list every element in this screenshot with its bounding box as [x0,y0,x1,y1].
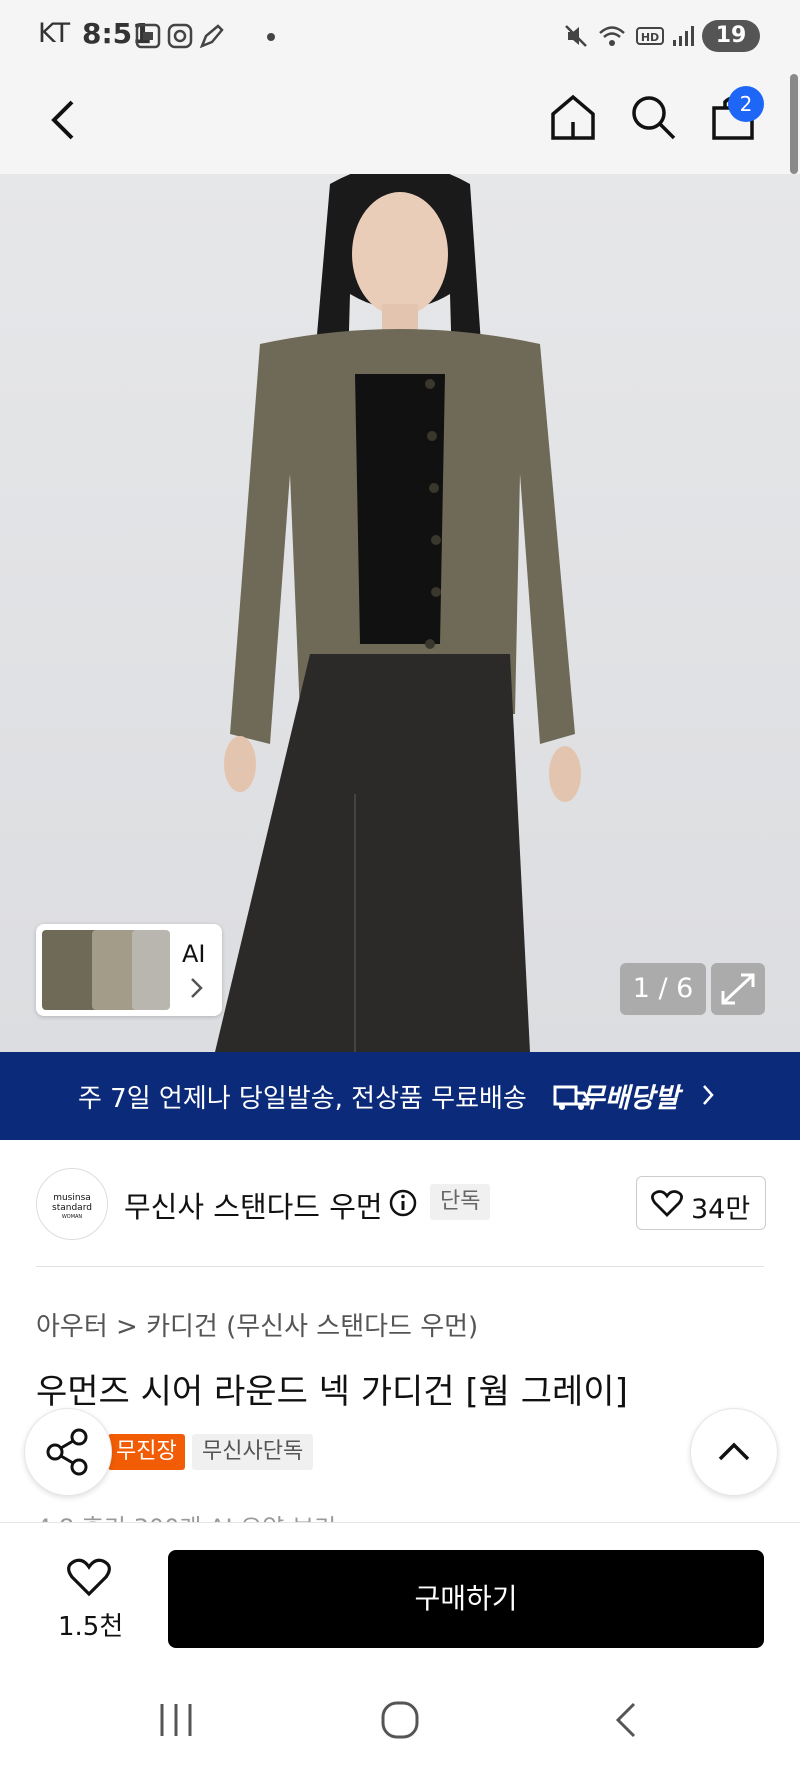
image-counter: 1 / 6 [620,963,706,1015]
chevron-right-icon [703,1085,714,1105]
recent-apps-icon[interactable] [156,1702,196,1738]
shipping-banner[interactable]: 주 7일 언제나 당일발송, 전상품 무료배송 무배당발 [0,1052,800,1140]
thumbnail-3[interactable] [132,930,170,1010]
ai-label: AI [182,940,206,968]
battery-indicator: 19 [702,20,760,52]
instagram-icon [167,23,193,49]
chevron-up-icon [718,1442,750,1461]
product-photo-illustration [215,174,581,1052]
wifi-icon [599,26,625,46]
system-back-icon[interactable] [612,1700,642,1740]
signal-icon [673,26,694,46]
carrier-label: KT [38,18,71,49]
scrollbar[interactable] [790,74,798,174]
home-circle-icon[interactable] [380,1700,420,1740]
heart-icon [651,1190,683,1217]
wishlist-count: 1.5천 [58,1612,124,1642]
expand-button[interactable] [711,963,765,1015]
top-nav [0,74,800,174]
banner-text: 주 7일 언제나 당일발송, 전상품 무료배송 [78,1084,527,1114]
brand-logo-line3: WOMAN [61,1214,83,1220]
cart-count-badge: 2 [728,86,764,122]
ai-thumbnail-strip[interactable] [36,924,222,1016]
brand-name[interactable]: 무신사 스탠다드 우먼 [124,1184,383,1226]
banner-brand: 무배당발 [580,1083,680,1114]
scroll-top-button[interactable] [690,1408,778,1496]
brand-like-count: 34만 [691,1194,751,1225]
share-icon [46,1428,88,1476]
back-icon[interactable] [44,96,84,144]
exclusive-badge: 단독 [430,1184,491,1220]
tag-musinsa-exclusive: 무신사단독 [192,1434,314,1470]
tag-mujinjang: 무진장 [108,1434,185,1470]
expand-icon [721,973,755,1005]
svg-text:HD: HD [641,31,659,44]
brand-logo-line1: musinsa [53,1193,91,1203]
brand-like-button[interactable]: 34만 [636,1176,766,1230]
search-icon[interactable] [628,92,678,142]
home-icon[interactable] [548,92,598,142]
notification-dot-icon [267,33,275,41]
pen-icon [199,24,224,49]
screenshot-icon [135,23,161,49]
hd-icon: HD [636,27,664,45]
product-title: 우먼즈 시어 라운드 넥 가디건 [웜 그레이] [36,1372,628,1412]
share-button[interactable] [24,1408,112,1496]
buy-button[interactable]: 구매하기 [168,1550,764,1648]
brand-logo-line2: standard [52,1203,92,1213]
product-image[interactable] [0,174,800,1052]
breadcrumb[interactable]: 아우터 > 카디건 (무신사 스탠다드 우먼) [36,1306,478,1343]
wishlist-heart-icon[interactable] [66,1556,112,1598]
divider [36,1266,764,1267]
info-icon[interactable] [388,1188,418,1218]
chevron-right-icon [191,978,203,998]
brand-logo[interactable]: musinsa standard WOMAN [36,1168,108,1240]
system-nav-bar [0,1658,800,1778]
mute-icon [565,25,587,47]
status-bar: KT 8:51 HD 19 [0,0,800,74]
